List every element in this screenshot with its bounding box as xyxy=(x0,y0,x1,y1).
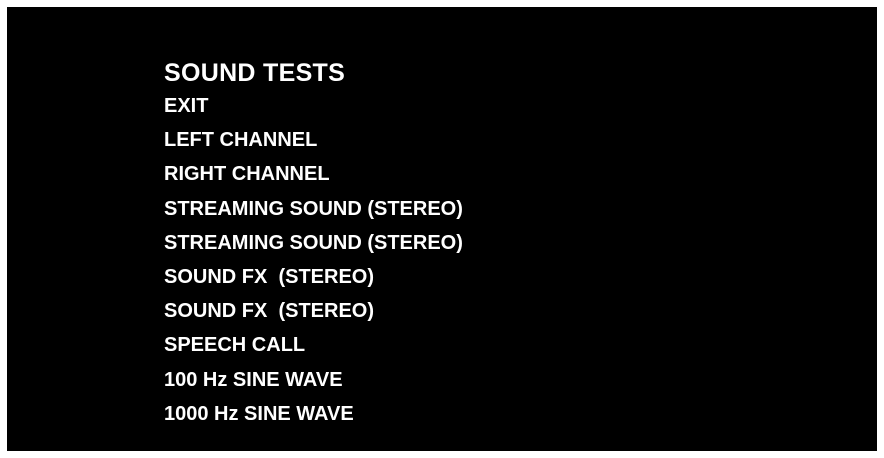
sound-tests-menu: SOUND TESTS EXIT LEFT CHANNEL RIGHT CHAN… xyxy=(164,59,463,431)
menu-list: EXIT LEFT CHANNEL RIGHT CHANNEL STREAMIN… xyxy=(164,89,463,431)
menu-item-sound-fx-2[interactable]: SOUND FX (STEREO) xyxy=(164,294,463,328)
menu-title: SOUND TESTS xyxy=(164,59,346,87)
menu-item-speech-call[interactable]: SPEECH CALL xyxy=(164,328,463,362)
menu-item-100hz-sine-wave[interactable]: 100 Hz SINE WAVE xyxy=(164,363,463,397)
menu-item-1000hz-sine-wave[interactable]: 1000 Hz SINE WAVE xyxy=(164,397,463,431)
menu-item-streaming-sound-2[interactable]: STREAMING SOUND (STEREO) xyxy=(164,226,463,260)
menu-item-left-channel[interactable]: LEFT CHANNEL xyxy=(164,123,463,157)
menu-item-exit[interactable]: EXIT xyxy=(164,89,463,123)
menu-item-sound-fx-1[interactable]: SOUND FX (STEREO) xyxy=(164,260,463,294)
menu-item-streaming-sound-1[interactable]: STREAMING SOUND (STEREO) xyxy=(164,192,463,226)
test-screen: SOUND TESTS EXIT LEFT CHANNEL RIGHT CHAN… xyxy=(7,7,877,451)
menu-item-right-channel[interactable]: RIGHT CHANNEL xyxy=(164,157,463,191)
